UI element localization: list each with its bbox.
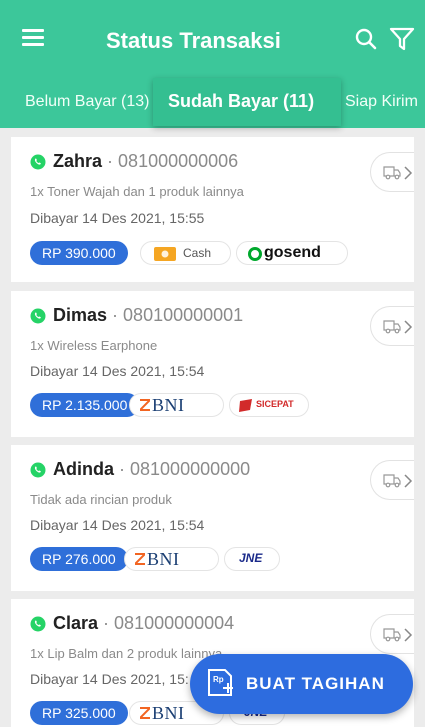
tab-sudah-bayar[interactable]: Sudah Bayar (11) (153, 78, 341, 126)
item-summary: 1x Toner Wajah dan 1 produk lainnya (30, 184, 244, 199)
tab-sudah-bayar-label: Sudah Bayar (11) (168, 91, 315, 111)
customer-line: Adinda · 081000000000 (53, 459, 250, 480)
chevron-right-icon (404, 166, 413, 180)
payment-chip: BNI (129, 393, 224, 417)
payment-label: BNI (147, 549, 180, 569)
whatsapp-icon[interactable] (30, 616, 46, 632)
menu-icon[interactable] (22, 29, 44, 47)
transaction-card[interactable]: Dimas · 080100000001 1x Wireless Earphon… (11, 291, 414, 437)
tab-siap-kirim[interactable]: Siap Kirim (345, 93, 418, 111)
whatsapp-icon[interactable] (30, 308, 46, 324)
status-tabs: Belum Bayar (13) Siap Kirim Sudah Bayar … (0, 78, 425, 128)
amount-badge: RP 2.135.000 (30, 393, 140, 417)
courier-label: JNE (239, 551, 263, 565)
whatsapp-icon[interactable] (30, 154, 46, 170)
customer-phone: · 080100000001 (112, 305, 244, 325)
bni-logo-icon (140, 399, 150, 411)
app-header: Status Transaksi Belum Bayar (13) Siap K… (0, 0, 425, 128)
invoice-icon: Rp (208, 669, 233, 696)
customer-name: Dimas (53, 305, 108, 325)
whatsapp-icon[interactable] (30, 462, 46, 478)
tab-belum-bayar[interactable]: Belum Bayar (13) (25, 93, 150, 111)
bni-logo-icon (140, 707, 150, 719)
payment-label: BNI (152, 395, 185, 415)
courier-chip: SICEPAT (229, 393, 309, 417)
customer-line: Dimas · 080100000001 (53, 305, 243, 326)
payment-label: Cash (183, 246, 212, 260)
create-invoice-button[interactable]: Rp BUAT TAGIHAN (190, 654, 413, 714)
ship-action-button[interactable] (370, 614, 414, 654)
ship-action-button[interactable] (370, 460, 414, 500)
ship-action-button[interactable] (370, 306, 414, 346)
page-title: Status Transaksi (106, 28, 281, 53)
customer-name: Clara (53, 613, 99, 633)
gosend-logo-icon (248, 247, 262, 261)
payment-chip: BNI (124, 547, 219, 571)
ship-action-button[interactable] (370, 152, 414, 192)
transaction-card[interactable]: Zahra · 081000000006 1x Toner Wajah dan … (11, 137, 414, 282)
paid-time: Dibayar 14 Des 2021, 15:55 (30, 210, 205, 226)
customer-name: Adinda (53, 459, 114, 479)
payment-chip: Cash (140, 241, 231, 265)
customer-line: Zahra · 081000000006 (53, 151, 238, 172)
cash-icon (154, 247, 176, 261)
customer-line: Clara · 081000000004 (53, 613, 234, 634)
paid-time: Dibayar 14 Des 2021, 15:54 (30, 517, 205, 533)
paid-time: Dibayar 14 Des 2021, 15:54 (30, 363, 205, 379)
item-summary: Tidak ada rincian produk (30, 492, 172, 507)
courier-chip: JNE (224, 547, 280, 571)
truck-icon (383, 320, 401, 334)
chevron-right-icon (404, 474, 413, 488)
courier-chip: gosend (236, 241, 348, 265)
bni-logo-icon (135, 553, 145, 565)
customer-phone: · 081000000006 (107, 151, 239, 171)
invoice-icon-text: Rp (213, 675, 224, 684)
item-summary: 1x Wireless Earphone (30, 338, 158, 353)
search-icon[interactable] (354, 27, 378, 51)
sicepat-logo-icon (239, 399, 252, 412)
filter-icon[interactable] (389, 26, 415, 52)
transaction-card[interactable]: Adinda · 081000000000 Tidak ada rincian … (11, 445, 414, 591)
create-invoice-label: BUAT TAGIHAN (246, 674, 385, 693)
customer-name: Zahra (53, 151, 103, 171)
truck-icon (383, 166, 401, 180)
truck-icon (383, 628, 401, 642)
amount-badge: RP 325.000 (30, 701, 128, 725)
courier-label: gosend (264, 244, 321, 261)
payment-label: BNI (152, 703, 185, 723)
chevron-right-icon (404, 320, 413, 334)
customer-phone: · 081000000004 (103, 613, 235, 633)
truck-icon (383, 474, 401, 488)
courier-label: SICEPAT (256, 399, 294, 409)
item-summary: 1x Lip Balm dan 2 produk lainnya (30, 646, 223, 661)
amount-badge: RP 390.000 (30, 241, 128, 265)
paid-time: Dibayar 14 Des 2021, 15: (30, 671, 189, 687)
amount-badge: RP 276.000 (30, 547, 128, 571)
chevron-right-icon (404, 628, 413, 642)
customer-phone: · 081000000000 (119, 459, 251, 479)
